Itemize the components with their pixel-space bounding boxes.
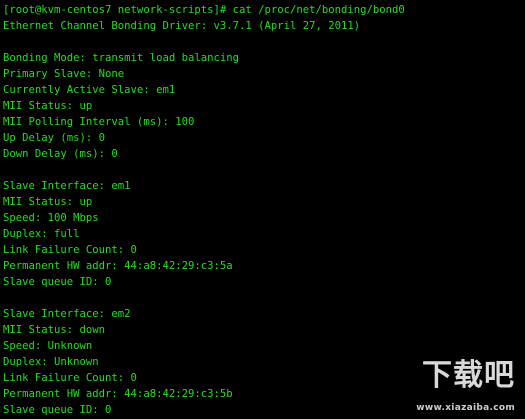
terminal-line: Slave Interface: em2: [3, 308, 131, 320]
terminal-line: Slave queue ID: 0: [3, 404, 112, 416]
terminal-line: Permanent HW addr: 44:a8:42:29:c3:5b: [3, 388, 233, 400]
terminal-line: MII Status: down: [3, 324, 106, 336]
terminal-line: MII Status: up: [3, 100, 93, 112]
terminal-output: [root@kvm-centos7 network-scripts]# cat …: [3, 2, 525, 418]
terminal-line: Permanent HW addr: 44:a8:42:29:c3:5a: [3, 260, 233, 272]
terminal-line: Up Delay (ms): 0: [3, 132, 106, 144]
terminal-line: Link Failure Count: 0: [3, 244, 137, 256]
terminal-line: Link Failure Count: 0: [3, 372, 137, 384]
terminal-line: Bonding Mode: transmit load balancing: [3, 52, 239, 64]
terminal-prompt-line: [root@kvm-centos7 network-scripts]# cat …: [3, 4, 405, 16]
terminal-line: Duplex: full: [3, 228, 80, 240]
terminal-line: Currently Active Slave: em1: [3, 84, 176, 96]
terminal-line: Speed: 100 Mbps: [3, 212, 99, 224]
terminal-line: Ethernet Channel Bonding Driver: v3.7.1 …: [3, 20, 361, 32]
terminal-line: Duplex: Unknown: [3, 356, 99, 368]
terminal-window[interactable]: [root@kvm-centos7 network-scripts]# cat …: [0, 0, 525, 419]
terminal-line: Speed: Unknown: [3, 340, 93, 352]
terminal-line: Primary Slave: None: [3, 68, 125, 80]
terminal-line: MII Status: up: [3, 196, 93, 208]
terminal-line: Slave Interface: em1: [3, 180, 131, 192]
terminal-line: Slave queue ID: 0: [3, 276, 112, 288]
terminal-line: MII Polling Interval (ms): 100: [3, 116, 195, 128]
terminal-line: Down Delay (ms): 0: [3, 148, 118, 160]
